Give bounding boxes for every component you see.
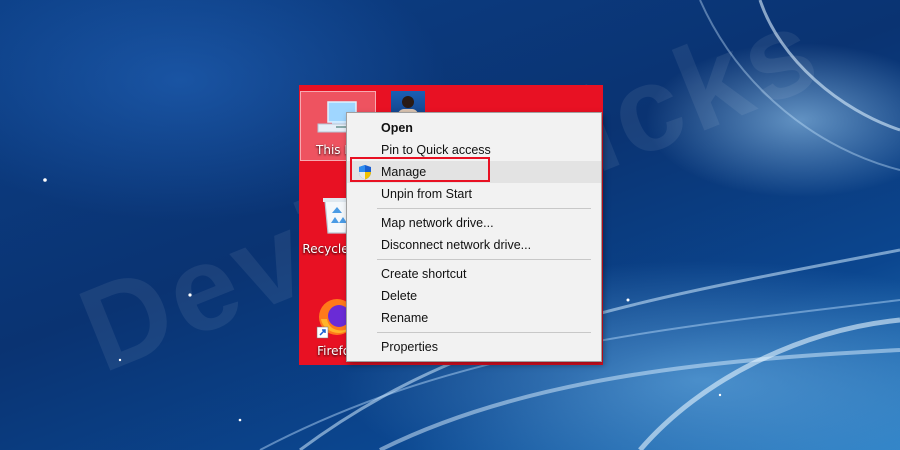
menu-item-label: Map network drive... [381,216,494,230]
menu-item-label: Disconnect network drive... [381,238,532,252]
manage-highlight-box [350,157,490,182]
menu-item-open[interactable]: Open [347,117,601,139]
menu-item-delete[interactable]: Delete [347,285,601,307]
menu-item-label: Rename [381,311,429,325]
menu-separator [377,332,591,333]
menu-item-label: Create shortcut [381,267,467,281]
menu-item-label: Open [381,121,413,135]
menu-separator [377,208,591,209]
menu-item-label: Properties [381,340,438,354]
menu-item-properties[interactable]: Properties [347,336,601,358]
menu-item-label: Delete [381,289,418,303]
menu-item-rename[interactable]: Rename [347,307,601,329]
context-menu: Open Pin to Quick access Manage Unpin fr… [346,112,602,362]
menu-item-unpin-from-start[interactable]: Unpin from Start [347,183,601,205]
menu-item-disconnect-network-drive[interactable]: Disconnect network drive... [347,234,601,256]
menu-separator [377,259,591,260]
menu-item-map-network-drive[interactable]: Map network drive... [347,212,601,234]
menu-item-label: Unpin from Start [381,187,473,201]
menu-item-create-shortcut[interactable]: Create shortcut [347,263,601,285]
